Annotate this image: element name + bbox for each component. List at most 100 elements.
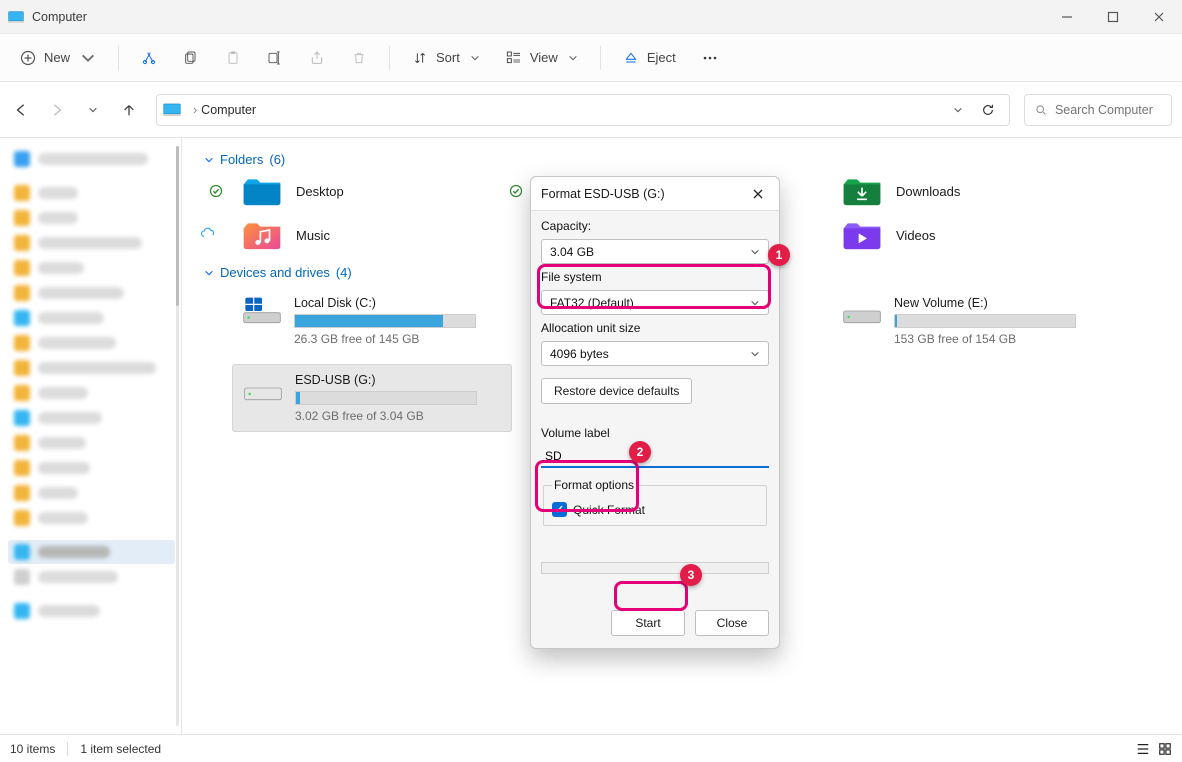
capacity-value: 3.04 GB: [550, 245, 594, 259]
videos-folder-icon: [842, 219, 882, 251]
capacity-select[interactable]: 3.04 GB: [541, 239, 769, 264]
sidebar-scrollbar[interactable]: [176, 146, 179, 726]
sidebar-item[interactable]: [8, 406, 175, 430]
restore-defaults-button[interactable]: Restore device defaults: [541, 378, 692, 404]
view-button[interactable]: View: [500, 42, 584, 74]
sidebar-item[interactable]: [8, 206, 175, 230]
quick-format-checkbox[interactable]: ✓ Quick Format: [552, 502, 645, 517]
downloads-folder-icon: [842, 175, 882, 207]
sidebar-item[interactable]: [8, 356, 175, 380]
eject-icon: [623, 50, 639, 66]
sort-icon: [412, 50, 428, 66]
dialog-title-bar[interactable]: Format ESD-USB (G:): [531, 177, 779, 211]
dialog-close-button[interactable]: [747, 183, 769, 205]
volume-label-input-wrapper: [541, 446, 769, 468]
chevron-down-icon: [80, 50, 96, 66]
status-selected-count: 1 item selected: [80, 742, 161, 756]
address-bar[interactable]: › Computer: [156, 94, 1010, 126]
breadcrumb-root[interactable]: Computer: [201, 103, 256, 117]
device-item-new-volume-e[interactable]: New Volume (E:) 153 GB free of 154 GB: [832, 288, 1112, 354]
hdd-icon: [842, 296, 882, 326]
search-box[interactable]: [1024, 94, 1172, 126]
navigation-sidebar[interactable]: [0, 138, 182, 734]
sort-button[interactable]: Sort: [406, 42, 486, 74]
paste-button[interactable]: [219, 42, 247, 74]
sync-check-icon: [508, 183, 524, 199]
sidebar-item[interactable]: [8, 456, 175, 480]
folder-item-desktop[interactable]: Desktop: [232, 175, 512, 207]
sort-label: Sort: [436, 50, 460, 65]
share-button[interactable]: [303, 42, 331, 74]
share-icon: [309, 50, 325, 66]
devices-label: Devices and drives: [220, 265, 330, 280]
folder-label: Desktop: [296, 184, 344, 199]
rename-button[interactable]: [261, 42, 289, 74]
close-dialog-button[interactable]: Close: [695, 610, 769, 636]
filesystem-label: File system: [541, 270, 769, 284]
status-bar: 10 items 1 item selected: [0, 734, 1182, 762]
delete-button[interactable]: [345, 42, 373, 74]
copy-button[interactable]: [177, 42, 205, 74]
chevron-down-icon: [470, 53, 480, 63]
device-item-esd-usb-g[interactable]: ESD-USB (G:) 3.02 GB free of 3.04 GB: [232, 364, 512, 432]
search-input[interactable]: [1053, 102, 1161, 118]
sidebar-item[interactable]: [8, 231, 175, 255]
recent-locations-button[interactable]: [78, 95, 108, 125]
sidebar-item[interactable]: [8, 481, 175, 505]
sidebar-item[interactable]: [8, 256, 175, 280]
sidebar-item[interactable]: [8, 331, 175, 355]
tiles-view-icon[interactable]: [1158, 742, 1172, 756]
up-button[interactable]: [114, 95, 144, 125]
alloc-select[interactable]: 4096 bytes: [541, 341, 769, 366]
details-view-icon[interactable]: [1136, 742, 1150, 756]
folder-item-music[interactable]: Music: [232, 219, 512, 251]
more-button[interactable]: [696, 42, 724, 74]
folder-item-videos[interactable]: Videos: [832, 219, 1112, 251]
new-button[interactable]: New: [14, 42, 102, 74]
eject-button[interactable]: Eject: [617, 42, 682, 74]
storage-bar: [295, 391, 477, 405]
capacity-label: Capacity:: [541, 219, 769, 233]
sidebar-item[interactable]: [8, 281, 175, 305]
start-button[interactable]: Start: [611, 610, 685, 636]
checkbox-checked-icon: ✓: [552, 502, 567, 517]
refresh-button[interactable]: [973, 95, 1003, 125]
maximize-button[interactable]: [1090, 0, 1136, 34]
chevron-down-icon: [204, 155, 214, 165]
computer-icon: [163, 103, 181, 117]
sidebar-item[interactable]: [8, 599, 175, 623]
copy-icon: [183, 50, 199, 66]
device-item-local-disk-c[interactable]: Local Disk (C:) 26.3 GB free of 145 GB: [232, 288, 512, 354]
alloc-value: 4096 bytes: [550, 347, 609, 361]
sidebar-item[interactable]: [8, 431, 175, 455]
devices-count: (4): [336, 265, 352, 280]
back-button[interactable]: [6, 95, 36, 125]
cut-button[interactable]: [135, 42, 163, 74]
device-title: ESD-USB (G:): [295, 373, 477, 387]
sidebar-item[interactable]: [8, 381, 175, 405]
clipboard-icon: [225, 50, 241, 66]
close-button[interactable]: [1136, 0, 1182, 34]
sidebar-item[interactable]: [8, 181, 175, 205]
sidebar-item[interactable]: [8, 506, 175, 530]
plus-circle-icon: [20, 50, 36, 66]
folders-header[interactable]: Folders (6): [204, 152, 1164, 167]
forward-button[interactable]: [42, 95, 72, 125]
volume-label-input[interactable]: [543, 448, 767, 464]
sidebar-item[interactable]: [8, 565, 175, 589]
filesystem-select[interactable]: FAT32 (Default): [541, 290, 769, 315]
sidebar-item[interactable]: [8, 147, 175, 171]
eject-label: Eject: [647, 50, 676, 65]
sidebar-item[interactable]: [8, 306, 175, 330]
address-dropdown-button[interactable]: [943, 95, 973, 125]
sidebar-item-computer[interactable]: [8, 540, 175, 564]
cloud-sync-icon: [200, 225, 216, 241]
format-progress-bar: [541, 562, 769, 574]
device-subtitle: 153 GB free of 154 GB: [894, 332, 1076, 346]
minimize-button[interactable]: [1044, 0, 1090, 34]
ellipsis-icon: [702, 50, 718, 66]
sidebar-scrollbar-thumb[interactable]: [176, 146, 179, 306]
folder-item-downloads[interactable]: Downloads: [832, 175, 1112, 207]
music-folder-icon: [242, 219, 282, 251]
folder-label: Downloads: [896, 184, 960, 199]
